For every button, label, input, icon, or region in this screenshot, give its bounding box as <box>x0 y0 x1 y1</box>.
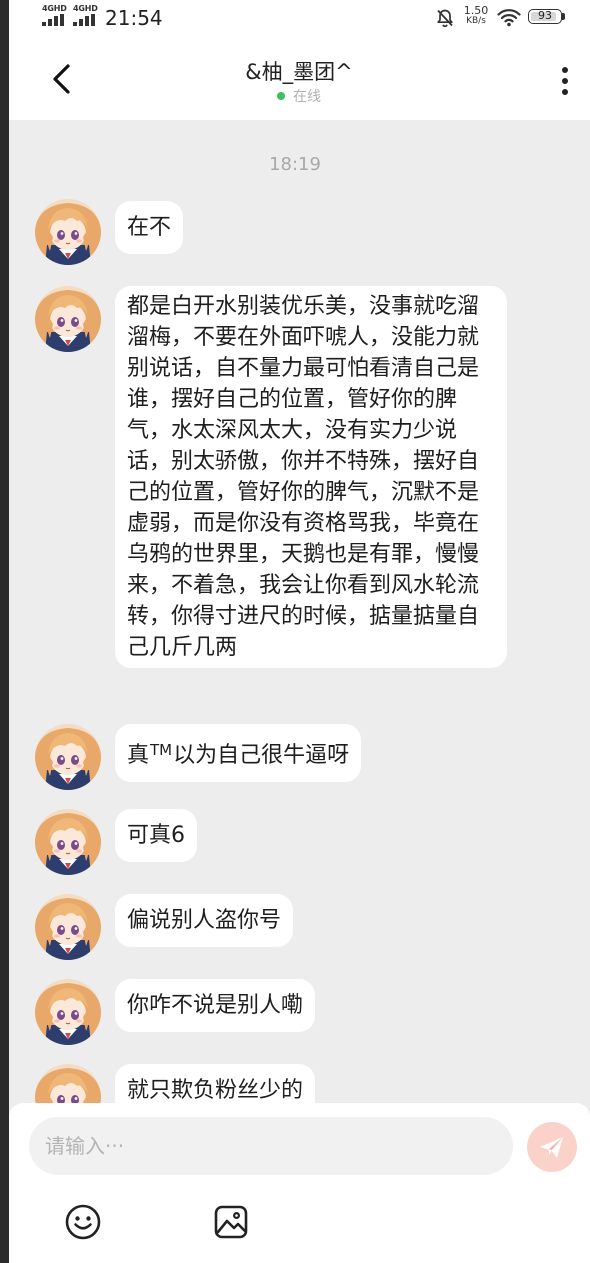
online-status-label: 在线 <box>293 89 321 105</box>
battery-level: 93 <box>538 9 552 22</box>
message-bubble: 都是白开水别装优乐美，没事就吃溜溜梅，不要在外面吓唬人，没能力就别说话，自不量力… <box>115 286 507 668</box>
battery-icon: 93 <box>528 9 562 24</box>
contact-name[interactable]: &柚_墨团^ <box>149 56 449 86</box>
message-text: 真 <box>127 743 150 768</box>
chat-header: &柚_墨团^ 在线 <box>9 36 590 120</box>
contact-avatar[interactable] <box>35 724 101 790</box>
more-vertical-icon[interactable] <box>555 64 575 98</box>
avatar-image <box>35 809 101 875</box>
chat-screen: 4GHD 4GHD 21:54 1.50 KB/s 93 &柚_墨团^ 在线 1… <box>9 0 590 1263</box>
battery-cap <box>562 13 565 20</box>
composer: 请输入··· <box>9 1103 590 1263</box>
signal-bars-icon <box>42 14 68 26</box>
send-icon <box>540 1137 563 1158</box>
emoji-icon[interactable] <box>64 1203 102 1241</box>
network-speed-value: 1.50 <box>463 4 489 17</box>
network-speed: 1.50 KB/s <box>461 5 491 26</box>
contact-avatar[interactable] <box>35 894 101 960</box>
network-speed-unit: KB/s <box>466 16 486 26</box>
chevron-left-icon[interactable] <box>47 62 77 96</box>
send-button[interactable] <box>527 1122 577 1172</box>
time-divider: 18:19 <box>269 154 321 175</box>
message-bubble: 可真6 <box>115 809 197 862</box>
tm-mark: TM <box>150 741 173 759</box>
avatar-image <box>35 979 101 1045</box>
contact-avatar[interactable] <box>35 199 101 265</box>
status-bar: 4GHD 4GHD 21:54 1.50 KB/s 93 <box>9 0 590 36</box>
network-type-label: 4GHD <box>42 4 67 13</box>
online-dot <box>277 92 285 100</box>
message-bubble: 真TM以为自己很牛逼呀 <box>115 724 362 782</box>
message-bubble: 在不 <box>115 201 184 254</box>
image-icon[interactable] <box>213 1203 249 1241</box>
avatar-image <box>35 199 101 265</box>
avatar-image <box>35 894 101 960</box>
wifi-icon <box>497 9 521 27</box>
signal-bars-icon <box>73 14 99 26</box>
screen-left-edge <box>0 0 9 1263</box>
mute-bell-icon <box>437 9 453 28</box>
contact-avatar[interactable] <box>35 979 101 1045</box>
message-input-placeholder: 请输入··· <box>45 1134 125 1158</box>
network-type-label: 4GHD <box>73 4 98 13</box>
message-text: 以为自己很牛逼呀 <box>173 743 350 768</box>
avatar-image <box>35 724 101 790</box>
status-time: 21:54 <box>105 6 163 30</box>
avatar-image <box>35 286 101 352</box>
signal-1: 4GHD <box>42 4 68 28</box>
online-status: 在线 <box>149 86 449 106</box>
message-bubble: 你咋不说是别人嘞 <box>115 979 316 1032</box>
contact-avatar[interactable] <box>35 286 101 352</box>
message-bubble: 偏说别人盗你号 <box>115 894 294 947</box>
signal-2: 4GHD <box>73 4 99 28</box>
message-input[interactable]: 请输入··· <box>29 1117 513 1175</box>
contact-avatar[interactable] <box>35 809 101 875</box>
